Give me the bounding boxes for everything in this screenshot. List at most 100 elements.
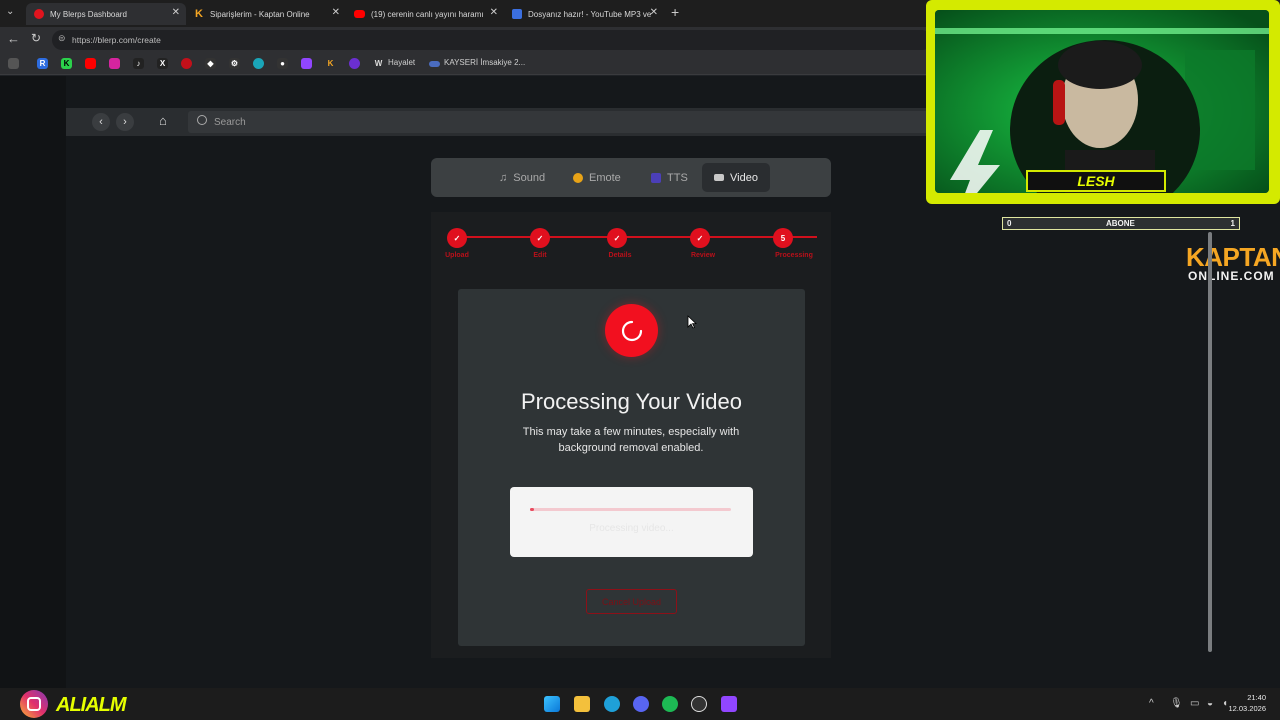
home-icon[interactable]: ⌂	[159, 113, 167, 128]
bookmark-cyan-icon[interactable]	[253, 58, 264, 69]
progress-bar-fill	[530, 508, 535, 511]
search-placeholder: Search	[214, 116, 246, 128]
app-header: ‹ › ⌂ Search	[66, 108, 948, 136]
discord-icon[interactable]	[633, 696, 649, 712]
bookmark-red-icon[interactable]	[181, 58, 192, 69]
edge-browser-icon[interactable]	[604, 696, 620, 712]
close-tab-icon[interactable]: ✕	[490, 7, 498, 18]
tab-blerps-dashboard[interactable]: My Blerps Dashboard ✕	[26, 3, 186, 25]
subscriber-label: ABONE	[1106, 219, 1135, 228]
step-progress-line	[457, 236, 817, 238]
webcam-overlay: LESH	[926, 0, 1280, 204]
subscriber-goal: 1	[1230, 219, 1235, 228]
bookmark-instagram-icon[interactable]	[109, 58, 120, 69]
bookmark-r-icon[interactable]: R	[37, 58, 48, 69]
close-tab-icon[interactable]: ✕	[650, 7, 658, 18]
twitch-studio-icon[interactable]	[721, 696, 737, 712]
processing-card: Processing Your Video This may take a fe…	[458, 289, 805, 646]
step-label: Upload	[445, 252, 469, 259]
step-processing-number: 5	[773, 228, 793, 248]
bookmark-menu-icon[interactable]	[8, 58, 19, 69]
progress-status-text: Processing video...	[589, 523, 674, 534]
clock-time: 21:40	[1247, 693, 1266, 702]
display-icon[interactable]: ▭	[1190, 698, 1199, 709]
obs-icon[interactable]	[691, 696, 707, 712]
tab-video[interactable]: Video	[702, 163, 770, 192]
tab-kaptan-orders[interactable]: K Siparişlerim - Kaptan Online ✕	[186, 3, 346, 25]
bookmark-diamond-icon[interactable]: ◆	[205, 58, 216, 69]
music-note-icon: ♫	[499, 171, 508, 184]
bookmark-kayseri-label[interactable]: KAYSERİ İmsakiye 2...	[444, 58, 525, 67]
site-info-icon[interactable]: ⊜	[58, 33, 66, 44]
tab-title: Dosyanız hazır! - YouTube MP3 ve	[528, 9, 652, 19]
processing-title: Processing Your Video	[521, 389, 742, 414]
windows-taskbar: ALIALM ^ 🎙 ▭ ◒ ◖ 21:40 12.03.2026	[0, 688, 1280, 720]
bookmark-hayalet-icon[interactable]: W	[373, 58, 384, 69]
close-tab-icon[interactable]: ✕	[172, 7, 180, 18]
streamer-name-tag: LESH	[1026, 170, 1166, 192]
dimmed-sidebar	[0, 76, 66, 688]
tab-title: Siparişlerim - Kaptan Online	[210, 9, 310, 19]
step-label: Processing	[775, 252, 813, 259]
sponsor-logo-top: KAPTAN	[1186, 242, 1280, 272]
bookmark-hayalet-label[interactable]: Hayalet	[388, 58, 415, 67]
step-label: Edit	[533, 252, 547, 259]
bookmark-youtube-icon[interactable]	[85, 58, 96, 69]
wifi-icon[interactable]: ◒	[1207, 698, 1213, 709]
step-label: Review	[690, 252, 716, 259]
bookmark-purple-icon[interactable]	[349, 58, 360, 69]
step-details-check-icon: ✓	[607, 228, 627, 248]
new-tab-icon[interactable]: +	[671, 4, 679, 20]
step-review-check-icon: ✓	[690, 228, 710, 248]
youtube-favicon-icon	[354, 10, 365, 18]
bookmark-twitch-icon[interactable]	[301, 58, 312, 69]
file-explorer-icon[interactable]	[574, 696, 590, 712]
url-input[interactable]: ⊜ https://blerp.com/create	[52, 30, 932, 50]
step-label: Details	[608, 252, 632, 259]
instagram-handle: ALIALM	[56, 694, 127, 716]
tray-chevron-icon[interactable]: ^	[1149, 698, 1154, 709]
clock-date: 12.03.2026	[1228, 704, 1266, 713]
tab-sound[interactable]: ♫ Sound	[487, 163, 557, 192]
tab-label: Video	[730, 171, 758, 184]
spotify-icon[interactable]	[662, 696, 678, 712]
create-type-tabs: ♫ Sound Emote TTS Video	[431, 158, 831, 197]
page-scrollbar[interactable]	[1208, 232, 1212, 652]
video-icon	[714, 174, 724, 181]
bookmark-kaptan-icon[interactable]: K	[325, 58, 336, 69]
bookmark-x-icon[interactable]: X	[157, 58, 168, 69]
nav-forward-icon[interactable]: ›	[116, 113, 134, 131]
emote-icon	[573, 172, 583, 183]
start-menu-icon[interactable]	[544, 696, 560, 712]
bookmark-gear-icon[interactable]: ⚙	[229, 58, 240, 69]
subscriber-current: 0	[1007, 219, 1012, 228]
tab-mp3-converter[interactable]: Dosyanız hazır! - YouTube MP3 ve ✕	[504, 3, 664, 25]
nav-back-icon[interactable]: ‹	[92, 113, 110, 131]
tab-title: (19) cerenin canlı yayını haramı	[371, 9, 484, 19]
system-clock[interactable]: 21:40 12.03.2026	[1228, 692, 1266, 714]
step-upload-check-icon: ✓	[447, 228, 467, 248]
bookmark-kick-icon[interactable]: K	[61, 58, 72, 69]
cancel-upload-button[interactable]: Cancel Upload	[586, 589, 677, 614]
tab-emote[interactable]: Emote	[561, 163, 633, 192]
tab-youtube-live[interactable]: (19) cerenin canlı yayını haramı ✕	[346, 3, 504, 25]
processing-description: This may take a few minutes, especially …	[522, 426, 740, 454]
back-icon[interactable]: ←	[7, 31, 20, 46]
close-tab-icon[interactable]: ✕	[332, 7, 340, 18]
search-input[interactable]: Search	[188, 111, 948, 133]
bookmark-tiktok-icon[interactable]: ♪	[133, 58, 144, 69]
bookmark-kayseri-icon[interactable]	[429, 61, 440, 67]
tab-list-icon[interactable]: ⌄	[6, 6, 14, 17]
volume-icon[interactable]: ◖	[1222, 698, 1228, 709]
tab-title: My Blerps Dashboard	[50, 9, 127, 19]
webcam-feed	[935, 10, 1269, 193]
tab-label: TTS	[667, 171, 688, 184]
tab-tts[interactable]: TTS	[639, 163, 700, 192]
blerp-favicon-icon	[34, 9, 44, 19]
search-icon	[197, 115, 207, 125]
bookmark-record-icon[interactable]: ●	[277, 58, 288, 69]
step-edit-check-icon: ✓	[530, 228, 550, 248]
reload-icon[interactable]: ↻	[31, 31, 41, 45]
microphone-icon[interactable]: 🎙	[1170, 698, 1183, 709]
tts-icon	[651, 172, 661, 183]
